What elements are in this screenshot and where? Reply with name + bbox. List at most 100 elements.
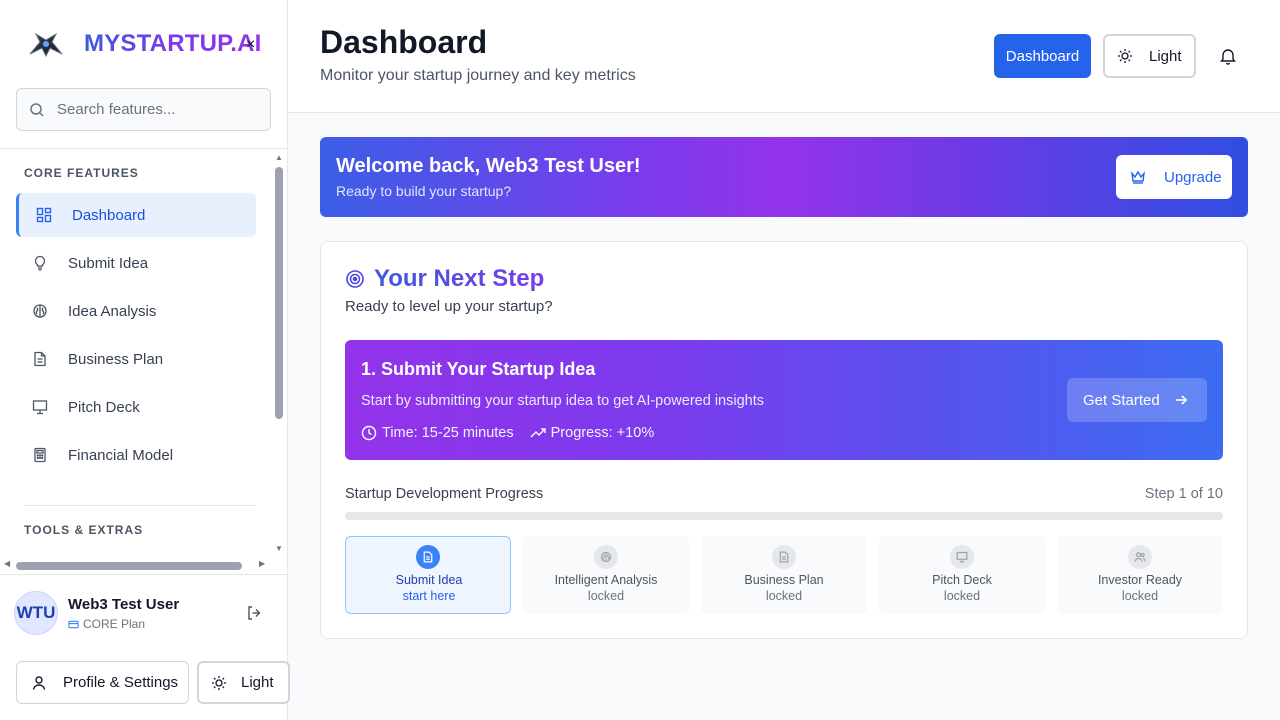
page-title: Dashboard xyxy=(320,24,488,60)
sidebar-item-label: Idea Analysis xyxy=(68,302,157,320)
step-state: locked xyxy=(1121,589,1159,603)
theme-label: Light xyxy=(241,674,274,691)
search-field[interactable] xyxy=(16,88,271,131)
next-step-card: Your Next Step Ready to level up your st… xyxy=(320,241,1248,639)
logo-icon xyxy=(24,24,68,64)
welcome-subtitle: Ready to build your startup? xyxy=(336,183,512,199)
divider xyxy=(24,505,256,506)
task-meta: Time: 15-25 minutes Progress: +10% xyxy=(361,425,654,441)
brain-icon xyxy=(594,545,618,569)
step-state: start here xyxy=(402,589,456,603)
step-tile-business-plan: Business Plan locked xyxy=(701,536,867,614)
profile-settings-label: Profile & Settings xyxy=(63,674,179,691)
top-header: Dashboard Monitor your startup journey a… xyxy=(288,0,1280,113)
theme-toggle-button[interactable]: Light xyxy=(1103,34,1196,78)
next-step-title: Your Next Step xyxy=(374,265,545,292)
avatar[interactable]: WTU xyxy=(14,591,58,635)
scroll-down-arrow[interactable]: ▼ xyxy=(275,544,283,553)
sidebar-item-label: Financial Model xyxy=(68,446,174,464)
scrollbar-thumb[interactable] xyxy=(275,167,283,419)
trending-up-icon xyxy=(530,428,546,438)
step-state: locked xyxy=(943,589,981,603)
progress-bar xyxy=(345,512,1223,520)
document-icon xyxy=(772,545,796,569)
crown-icon xyxy=(1130,170,1146,184)
bell-icon[interactable] xyxy=(1220,47,1236,70)
scroll-right-arrow[interactable]: ▶ xyxy=(259,559,265,568)
search-icon xyxy=(30,102,44,117)
welcome-title: Welcome back, Web3 Test User! xyxy=(336,155,641,177)
step-tile-investor-ready: Investor Ready locked xyxy=(1057,536,1223,614)
sidebar-item-idea-analysis[interactable]: Idea Analysis xyxy=(16,289,256,333)
user-plan-label: CORE Plan xyxy=(83,617,146,631)
task-time: Time: 15-25 minutes xyxy=(361,425,514,441)
step-tile-intelligent-analysis: Intelligent Analysis locked xyxy=(523,536,689,614)
progress-label: Startup Development Progress xyxy=(345,486,544,502)
step-state: locked xyxy=(765,589,803,603)
sidebar-item-label: Pitch Deck xyxy=(68,398,140,416)
current-task-banner: 1. Submit Your Startup Idea Start by sub… xyxy=(345,340,1223,460)
get-started-label: Get Started xyxy=(1083,391,1160,409)
arrow-right-icon xyxy=(1175,395,1187,405)
section-title-tools: TOOLS & EXTRAS xyxy=(24,523,144,537)
profile-settings-button[interactable]: Profile & Settings xyxy=(16,661,189,704)
upgrade-button[interactable]: Upgrade xyxy=(1116,155,1232,199)
credit-card-icon xyxy=(68,620,79,628)
sidebar-item-label: Business Plan xyxy=(68,350,164,368)
progress-step-count: Step 1 of 10 xyxy=(1144,486,1223,502)
sidebar-item-financial-model[interactable]: Financial Model xyxy=(16,433,256,477)
sidebar-item-business-plan[interactable]: Business Plan xyxy=(16,337,256,381)
presentation-icon xyxy=(32,399,48,415)
scrollbar-thumb[interactable] xyxy=(16,562,242,570)
page-subtitle: Monitor your startup journey and key met… xyxy=(320,67,636,84)
user-name: Web3 Test User xyxy=(68,596,180,613)
sidebar-item-label: Submit Idea xyxy=(68,254,149,272)
user-panel: WTU Web3 Test User CORE Plan Profile & S… xyxy=(0,574,290,720)
clock-icon xyxy=(361,425,377,441)
task-title: 1. Submit Your Startup Idea xyxy=(361,359,596,379)
sidebar-vertical-scrollbar[interactable]: ▲ ▼ xyxy=(272,149,287,559)
user-icon xyxy=(32,675,46,690)
sidebar-item-submit-idea[interactable]: Submit Idea xyxy=(16,241,256,285)
theme-label: Light xyxy=(1149,47,1182,65)
sidebar: MYSTARTUP.AI × CORE FEATURES Dashboard S… xyxy=(0,0,290,720)
task-progress: Progress: +10% xyxy=(530,425,654,441)
section-title-core: CORE FEATURES xyxy=(24,166,139,180)
upgrade-label: Upgrade xyxy=(1164,168,1222,186)
brand-logo[interactable]: MYSTARTUP.AI xyxy=(24,24,262,64)
layout-grid-icon xyxy=(36,207,52,223)
step-name: Intelligent Analysis xyxy=(554,573,658,587)
users-icon xyxy=(1128,545,1152,569)
logout-icon[interactable] xyxy=(246,605,262,626)
step-tile-submit-idea[interactable]: Submit Idea start here xyxy=(345,536,511,614)
get-started-button[interactable]: Get Started xyxy=(1067,378,1207,422)
task-description: Start by submitting your startup idea to… xyxy=(361,393,764,409)
welcome-banner: Welcome back, Web3 Test User! Ready to b… xyxy=(320,137,1248,217)
search-input[interactable] xyxy=(57,101,257,118)
theme-toggle-button[interactable]: Light xyxy=(197,661,290,704)
scroll-up-arrow[interactable]: ▲ xyxy=(275,153,283,162)
next-step-subtitle: Ready to level up your startup? xyxy=(345,298,553,315)
next-step-heading: Your Next Step xyxy=(345,265,544,293)
sidebar-item-dashboard[interactable]: Dashboard xyxy=(16,193,256,237)
step-name: Submit Idea xyxy=(395,573,463,587)
user-plan: CORE Plan xyxy=(68,617,145,631)
sidebar-item-label: Dashboard xyxy=(72,206,146,224)
sidebar-horizontal-scrollbar[interactable]: ◀ ▶ xyxy=(0,559,272,574)
brand-name: MYSTARTUP.AI xyxy=(84,30,262,57)
step-name: Business Plan xyxy=(744,573,824,587)
scroll-left-arrow[interactable]: ◀ xyxy=(4,559,10,568)
step-name: Pitch Deck xyxy=(932,573,992,587)
document-icon xyxy=(32,351,48,367)
collapse-sidebar-icon[interactable]: × xyxy=(246,36,255,54)
step-state: locked xyxy=(587,589,625,603)
presentation-icon xyxy=(950,545,974,569)
step-tile-pitch-deck: Pitch Deck locked xyxy=(879,536,1045,614)
document-icon xyxy=(416,545,440,569)
sidebar-item-pitch-deck[interactable]: Pitch Deck xyxy=(16,385,256,429)
brain-icon xyxy=(32,303,48,319)
lightbulb-icon xyxy=(32,255,48,271)
dashboard-button[interactable]: Dashboard xyxy=(994,34,1091,78)
sidebar-nav: CORE FEATURES Dashboard Submit Idea Idea… xyxy=(0,149,272,559)
sun-icon xyxy=(212,675,226,690)
